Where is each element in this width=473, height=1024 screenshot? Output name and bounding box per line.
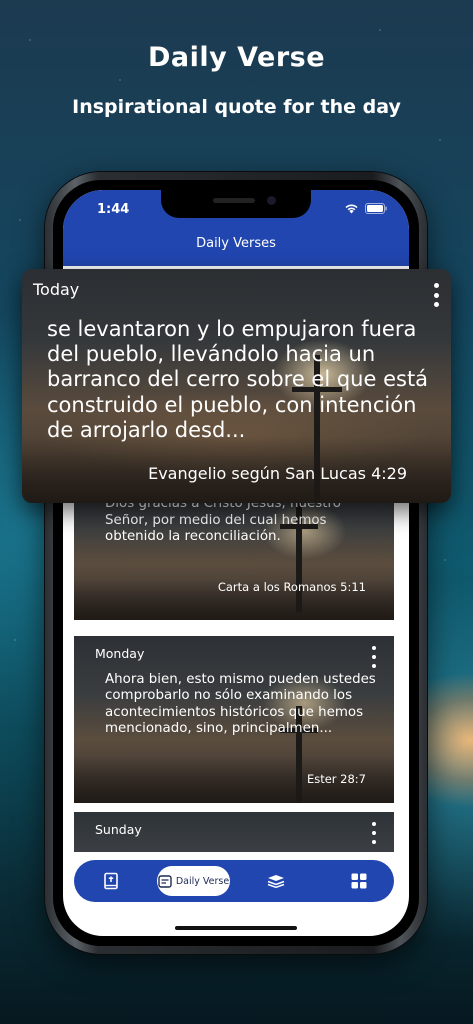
home-indicator[interactable] — [175, 926, 297, 930]
more-options-icon[interactable] — [366, 646, 382, 668]
grid-icon — [351, 873, 367, 889]
card-day-label: Monday — [95, 646, 145, 661]
hero-title: Daily Verse — [147, 42, 326, 73]
app-bar-title: Daily Verses — [196, 236, 276, 251]
card-day-label: Sunday — [95, 822, 142, 837]
verse-card[interactable]: Monday Ahora bien, esto mismo pueden ust… — [74, 636, 394, 803]
app-bar: 1:44 Daily Verses — [63, 190, 409, 266]
verse-text: Ahora bien, esto mismo pueden ustedes co… — [105, 672, 376, 737]
front-camera — [267, 196, 276, 205]
bible-icon — [104, 872, 118, 890]
nav-daily-verse-button[interactable]: Daily Verse — [157, 866, 230, 896]
status-icons — [344, 203, 387, 214]
verse-reference: Carta a los Romanos 5:11 — [217, 580, 366, 594]
bottom-navigation: Daily Verse — [74, 860, 394, 902]
card-day-label: Today — [33, 280, 80, 299]
more-options-icon[interactable] — [431, 283, 441, 307]
status-time: 1:44 — [97, 202, 130, 217]
verse-reference: Evangelio según San Lucas 4:29 — [148, 464, 407, 483]
nav-bible-button[interactable] — [96, 866, 126, 896]
verse-reference: Ester 28:7 — [306, 772, 366, 786]
study-icon — [267, 875, 285, 888]
hero-subtitle: Inspirational quote for the day — [72, 96, 401, 118]
wifi-icon — [345, 204, 358, 214]
notch — [161, 190, 311, 218]
daily-verse-icon — [158, 874, 172, 888]
nav-grid-button[interactable] — [344, 866, 374, 896]
speaker — [213, 198, 255, 203]
nav-active-label: Daily Verse — [175, 875, 230, 887]
verse-card[interactable]: Sunday — [74, 812, 394, 852]
verse-text: se levantaron y lo empujaron fuera del p… — [47, 317, 429, 442]
more-options-icon[interactable] — [366, 822, 382, 844]
battery-icon — [365, 203, 387, 214]
nav-study-button[interactable] — [261, 866, 291, 896]
featured-verse-card[interactable]: Today se levantaron y lo empujaron fuera… — [22, 269, 451, 503]
